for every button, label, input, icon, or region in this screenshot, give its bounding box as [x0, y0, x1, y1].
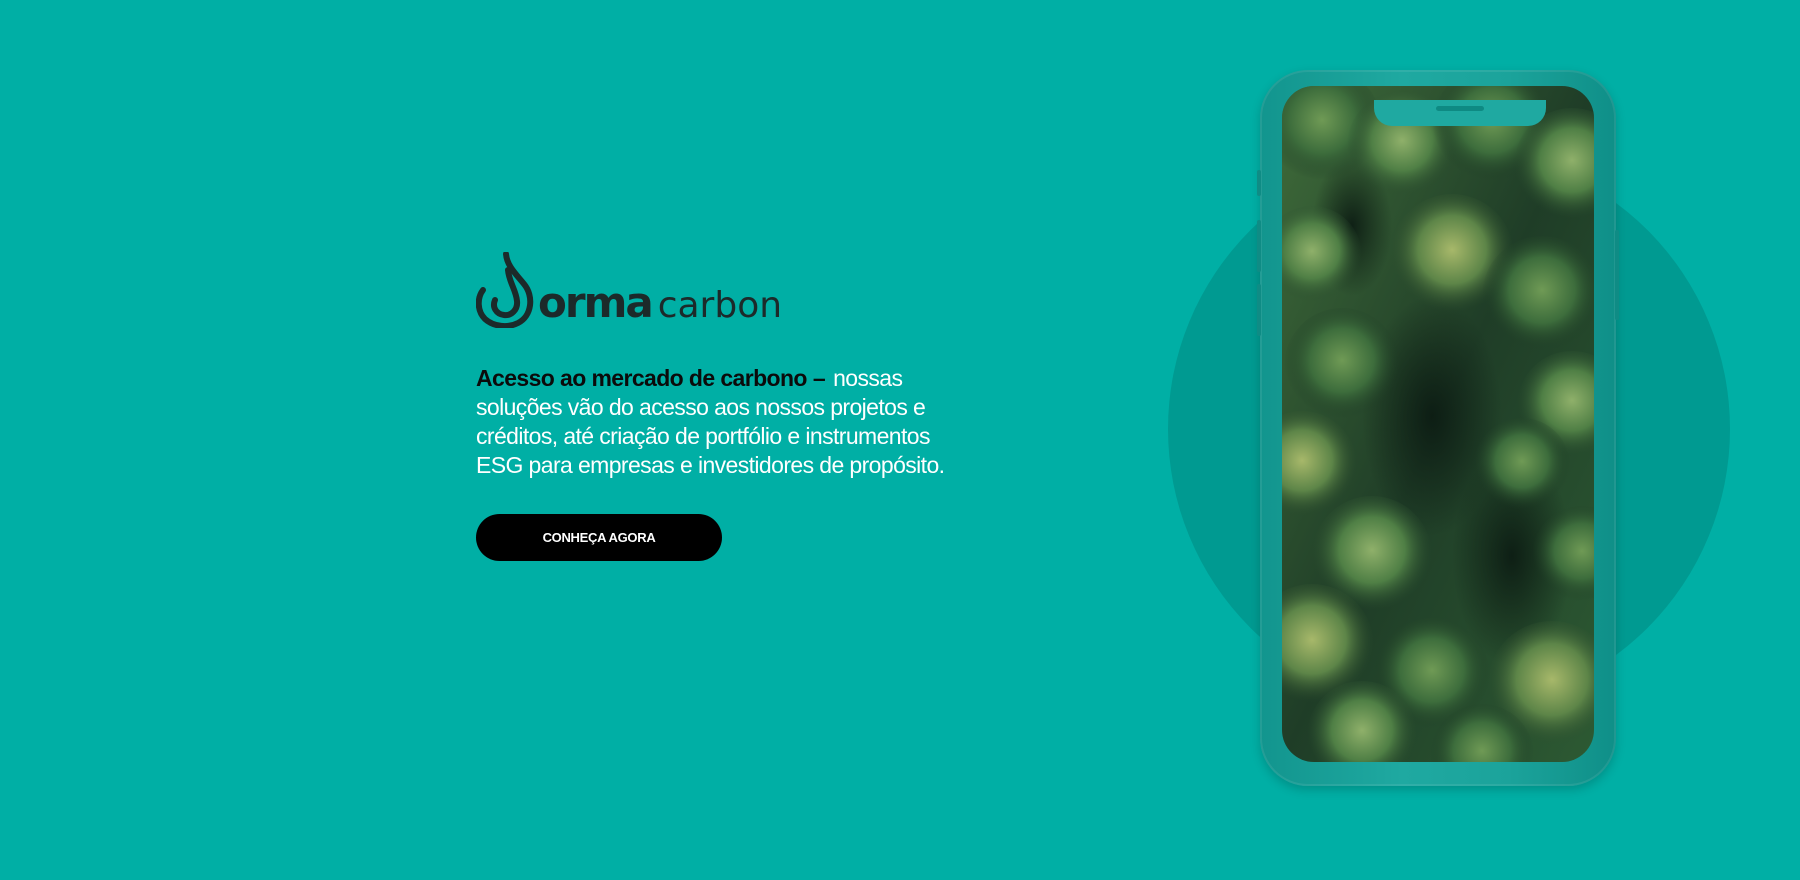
- phone-volume-down-button: [1257, 284, 1261, 336]
- brand-logo[interactable]: orma carbon: [476, 252, 782, 328]
- phone-notch: [1374, 100, 1546, 126]
- brand-wordmark: orma carbon: [538, 282, 782, 324]
- hero-headline-bold: Acesso ao mercado de carbono: [476, 365, 807, 391]
- phone-mockup: [1257, 70, 1619, 786]
- hero-section: orma carbon Acesso ao mercado de carbono…: [0, 0, 1800, 880]
- cta-button[interactable]: CONHEÇA AGORA: [476, 514, 722, 561]
- brand-name-primary: orma: [538, 278, 654, 327]
- phone-volume-up-button: [1257, 220, 1261, 272]
- hero-headline-separator: –: [812, 365, 826, 391]
- phone-speaker: [1436, 106, 1484, 111]
- phone-power-button: [1615, 230, 1619, 320]
- hero-description: Acesso ao mercado de carbono – nossas solu…: [476, 364, 956, 480]
- phone-screen: [1282, 86, 1594, 762]
- forest-aerial-image: [1282, 86, 1594, 762]
- brand-name-secondary: carbon: [657, 285, 783, 326]
- orma-drop-logo-icon: [476, 252, 534, 328]
- phone-side-button: [1257, 170, 1261, 196]
